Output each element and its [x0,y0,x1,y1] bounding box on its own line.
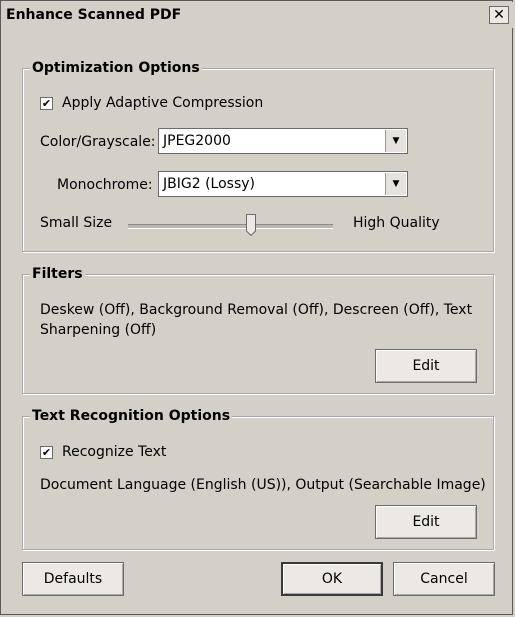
quality-slider-thumb[interactable] [246,214,256,236]
filters-summary: Deskew (Off), Background Removal (Off), … [40,302,473,338]
defaults-button[interactable]: Defaults [22,562,124,596]
ok-button[interactable]: OK [281,562,383,596]
monochrome-value: JBIG2 (Lossy) [163,176,255,192]
recognize-text-checkbox[interactable]: ✔ [40,446,53,459]
cancel-button[interactable]: Cancel [393,562,495,596]
filters-title: Filters [30,266,85,282]
chevron-down-icon[interactable]: ▼ [385,173,406,195]
title-bar[interactable]: Enhance Scanned PDF ✕ [2,2,513,28]
adaptive-compression-checkbox[interactable]: ✔ [40,97,53,110]
optimization-options-title: Optimization Options [30,60,202,76]
chevron-down-icon[interactable]: ▼ [385,130,406,152]
ocr-summary: Document Language (English (US)), Output… [40,477,486,493]
adaptive-compression-label: Apply Adaptive Compression [62,95,264,111]
recognize-text-label: Recognize Text [62,444,167,460]
optimization-options-group: Optimization Options ✔ Apply Adaptive Co… [22,60,494,252]
monochrome-select[interactable]: JBIG2 (Lossy) ▼ [158,171,408,197]
close-icon: ✕ [493,7,505,23]
text-recognition-title: Text Recognition Options [30,408,233,424]
filters-group: Filters Deskew (Off), Background Removal… [22,266,494,394]
color-grayscale-select[interactable]: JPEG2000 ▼ [158,128,408,154]
quality-slider-track[interactable] [128,224,333,229]
color-grayscale-value: JPEG2000 [163,133,231,149]
check-icon: ✔ [41,97,52,110]
window-title: Enhance Scanned PDF [6,7,182,23]
close-button[interactable]: ✕ [489,6,509,24]
text-recognition-group: Text Recognition Options ✔ Recognize Tex… [22,408,494,550]
enhance-scanned-pdf-dialog: Enhance Scanned PDF ✕ Optimization Optio… [0,0,513,615]
color-grayscale-label: Color/Grayscale: [40,134,156,150]
filters-edit-button[interactable]: Edit [375,349,477,383]
check-icon: ✔ [41,446,52,459]
slider-min-label: Small Size [40,215,113,231]
monochrome-label: Monochrome: [57,177,153,193]
slider-max-label: High Quality [353,215,440,231]
ocr-edit-button[interactable]: Edit [375,505,477,539]
